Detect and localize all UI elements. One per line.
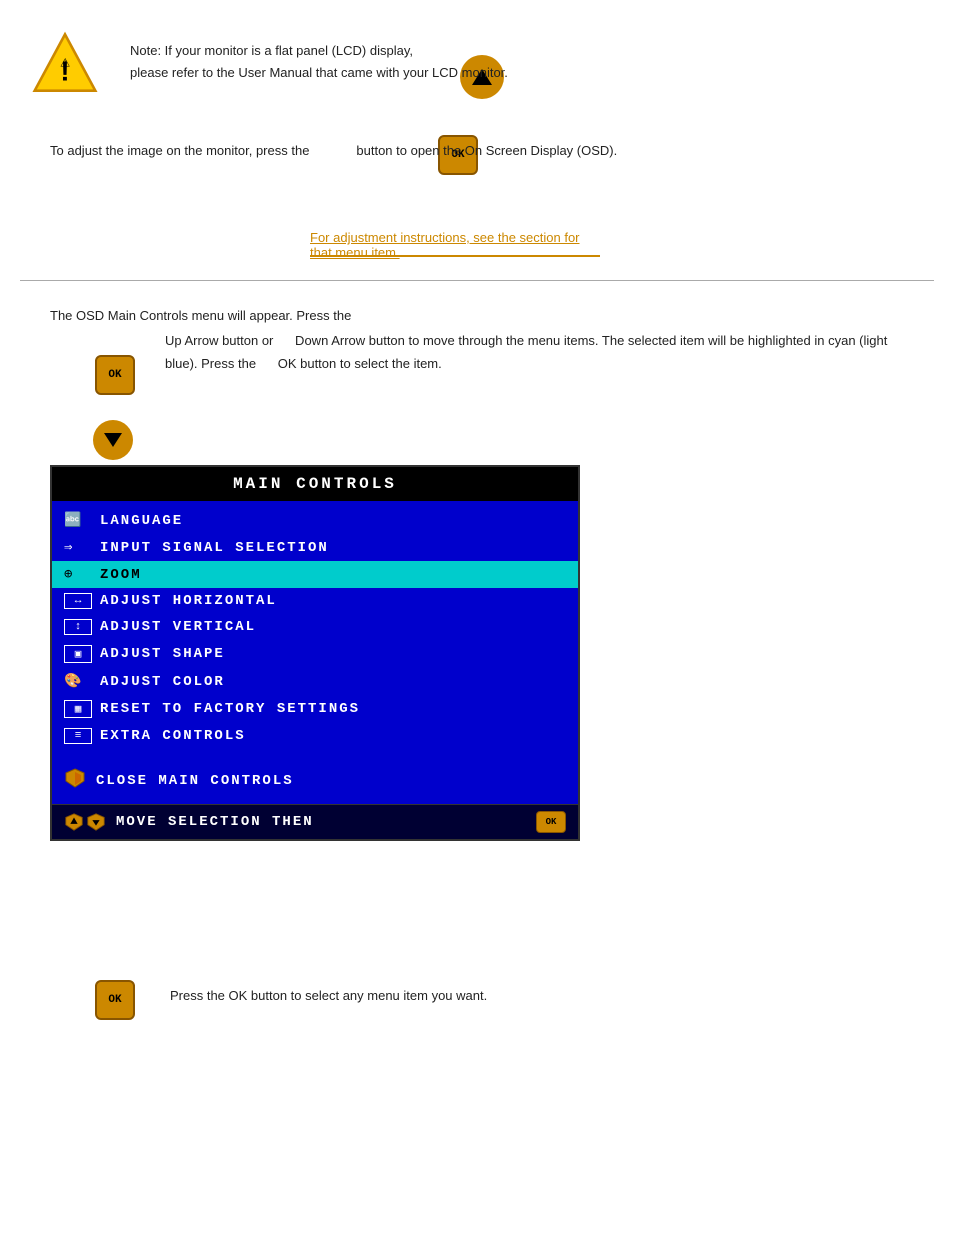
ok-mid-label: OK xyxy=(108,369,121,381)
ok-button-mid[interactable]: OK xyxy=(95,355,135,395)
reset-icon: ▦ xyxy=(64,700,92,718)
menu-item-horizontal[interactable]: ↔ ADJUST HORIZONTAL xyxy=(52,588,578,614)
extra-icon: ≡ xyxy=(64,728,92,744)
osd-footer: MOVE SELECTION THEN OK xyxy=(52,804,578,839)
osd-title: MAIN CONTROLS xyxy=(52,467,578,501)
osd-menu: MAIN CONTROLS 🔤 LANGUAGE ⇒ INPUT SIGNAL … xyxy=(50,465,580,841)
footer-text: MOVE SELECTION THEN xyxy=(116,814,536,830)
input-label: INPUT SIGNAL SELECTION xyxy=(100,540,329,556)
close-icon xyxy=(64,767,86,794)
horizontal-label: ADJUST HORIZONTAL xyxy=(100,593,277,609)
menu-item-vertical[interactable]: ↕ ADJUST VERTICAL xyxy=(52,614,578,640)
close-menu-label: CLOSE MAIN CONTROLS xyxy=(96,773,294,789)
middle-instruction-text: To adjust the image on the monitor, pres… xyxy=(50,140,894,163)
top-instruction-text: Note: If your monitor is a flat panel (L… xyxy=(130,40,894,84)
color-icon: 🎨 xyxy=(64,673,92,690)
language-label: LANGUAGE xyxy=(100,513,183,529)
color-label: ADJUST COLOR xyxy=(100,674,225,690)
menu-item-language[interactable]: 🔤 LANGUAGE xyxy=(52,507,578,534)
section-divider xyxy=(20,280,934,281)
menu-item-input[interactable]: ⇒ INPUT SIGNAL SELECTION xyxy=(52,534,578,561)
extra-label: EXTRA CONTROLS xyxy=(100,728,246,744)
shape-icon: ▣ xyxy=(64,645,92,663)
input-icon: ⇒ xyxy=(64,539,92,556)
menu-item-shape[interactable]: ▣ ADJUST SHAPE xyxy=(52,640,578,668)
vertical-icon: ↕ xyxy=(64,619,92,635)
vertical-label: ADJUST VERTICAL xyxy=(100,619,256,635)
menu-item-extra[interactable]: ≡ EXTRA CONTROLS xyxy=(52,723,578,749)
close-menu-row[interactable]: CLOSE MAIN CONTROLS xyxy=(52,761,578,804)
shape-label: ADJUST SHAPE xyxy=(100,646,225,662)
zoom-label: ZOOM xyxy=(100,567,142,583)
warning-icon: ! ⚠ xyxy=(30,30,100,100)
footer-nav-icons xyxy=(64,812,106,832)
down-arrow-button[interactable] xyxy=(93,420,133,460)
menu-item-reset[interactable]: ▦ RESET TO FACTORY SETTINGS xyxy=(52,695,578,723)
ok-button-bottom[interactable]: OK xyxy=(95,980,135,1020)
menu-item-color[interactable]: 🎨 ADJUST COLOR xyxy=(52,668,578,695)
bottom-instruction-text: Press the OK button to select any menu i… xyxy=(170,985,894,1008)
zoom-icon: ⊕ xyxy=(64,566,92,583)
mid-instruction-continuation: Up Arrow button or Down Arrow button to … xyxy=(165,330,894,376)
horizontal-icon: ↔ xyxy=(64,593,92,609)
footer-ok-badge: OK xyxy=(536,811,566,833)
reset-label: RESET TO FACTORY SETTINGS xyxy=(100,701,360,717)
link-text[interactable]: For adjustment instructions, see the sec… xyxy=(310,230,600,260)
menu-item-zoom[interactable]: ⊕ ZOOM xyxy=(52,561,578,588)
second-section-text: The OSD Main Controls menu will appear. … xyxy=(50,305,894,328)
language-icon: 🔤 xyxy=(64,512,92,529)
svg-text:⚠: ⚠ xyxy=(60,57,70,69)
osd-items-list: 🔤 LANGUAGE ⇒ INPUT SIGNAL SELECTION ⊕ ZO… xyxy=(52,501,578,755)
ok-bottom-label: OK xyxy=(108,994,121,1006)
